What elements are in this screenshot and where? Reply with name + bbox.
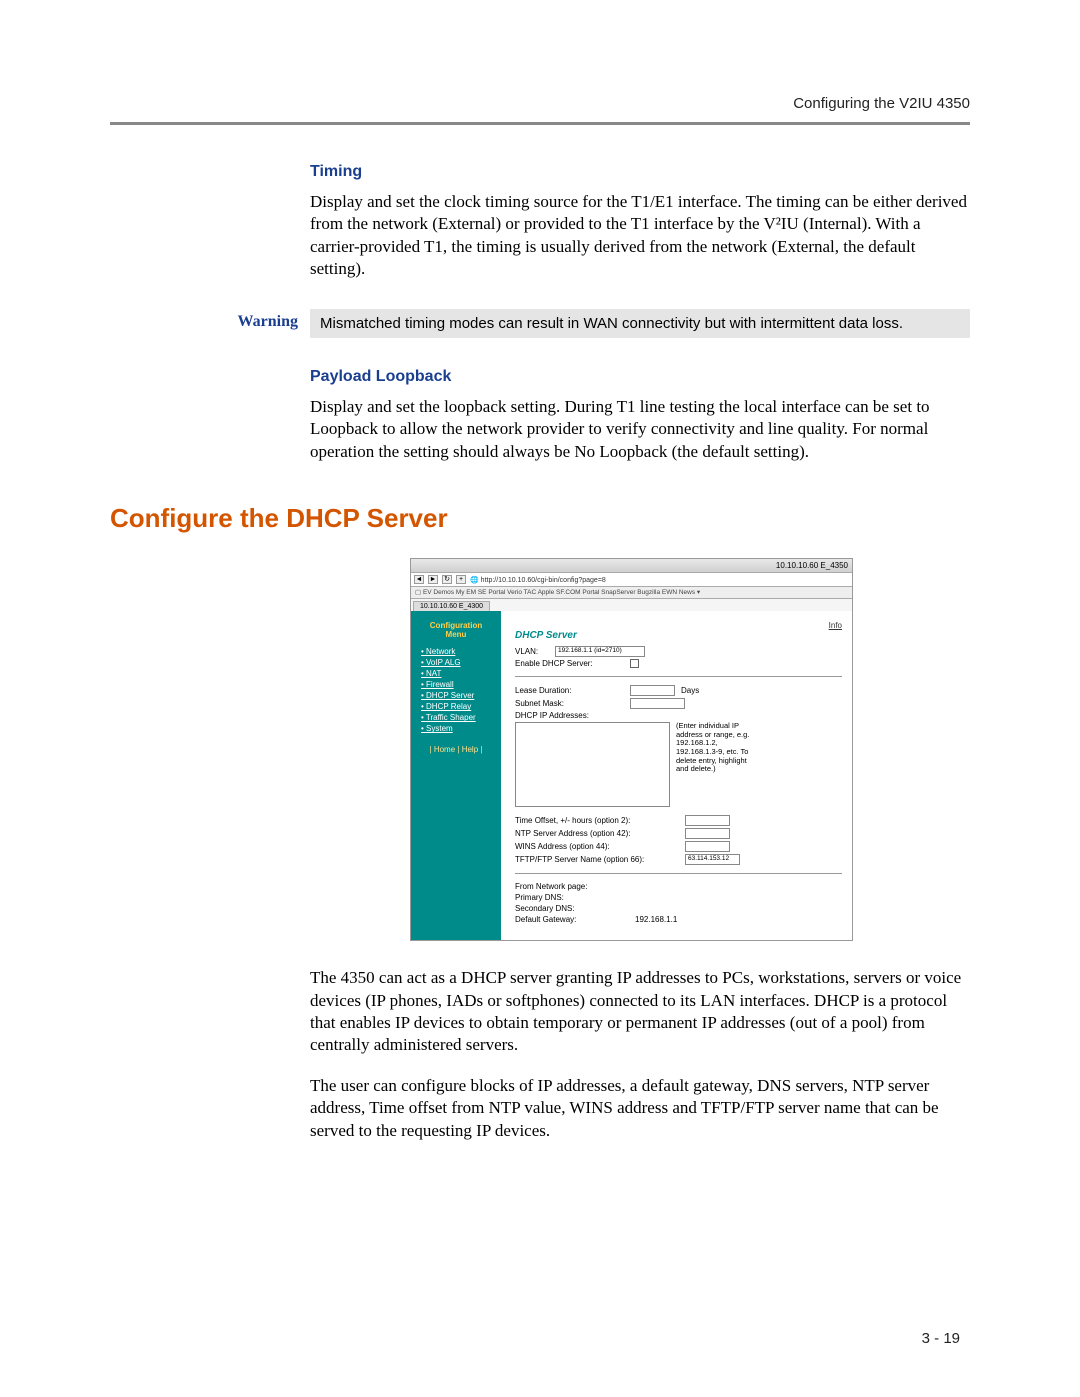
payload-heading: Payload Loopback — [310, 368, 970, 386]
ss-bookmarks-bar: ▢ EV Demos My EM SE Portal Verio TAC App… — [411, 587, 852, 599]
lease-input[interactable] — [630, 685, 675, 696]
ss-tab[interactable]: 10.10.10.60 E_4300 — [413, 601, 490, 611]
nav-firewall[interactable]: • Firewall — [421, 680, 495, 689]
nav-system[interactable]: • System — [421, 724, 495, 733]
dhcp-screenshot: 10.10.10.60 E_4350 ◄ ► ↻ + 🌐 http://10.1… — [410, 558, 970, 941]
wins-input[interactable] — [685, 841, 730, 852]
dhcp-ip-label: DHCP IP Addresses: — [515, 711, 630, 720]
url-text: 🌐 http://10.10.10.60/cgi-bin/config?page… — [470, 576, 606, 584]
nav-dhcp-relay[interactable]: • DHCP Relay — [421, 702, 495, 711]
dhcp-ip-textarea[interactable] — [515, 722, 670, 807]
timing-heading: Timing — [310, 163, 970, 181]
timing-paragraph: Display and set the clock timing source … — [310, 191, 970, 281]
dhcp-ip-hint: (Enter individual IP address or range, e… — [676, 722, 754, 807]
gateway-value: 192.168.1.1 — [635, 915, 677, 924]
vlan-label: VLAN: — [515, 647, 555, 656]
payload-paragraph: Display and set the loopback setting. Du… — [310, 396, 970, 463]
dhcp-paragraph-2: The user can configure blocks of IP addr… — [310, 1075, 970, 1142]
info-link[interactable]: Info — [515, 621, 842, 630]
tftp-input[interactable]: 63.114.153.12 — [685, 854, 740, 865]
time-offset-label: Time Offset, +/- hours (option 2): — [515, 816, 685, 825]
panel-title: DHCP Server — [515, 630, 842, 641]
nav-network[interactable]: • Network — [421, 647, 495, 656]
warning-text: Mismatched timing modes can result in WA… — [310, 309, 970, 338]
subnet-label: Subnet Mask: — [515, 699, 630, 708]
running-header: Configuring the V2IU 4350 — [110, 95, 970, 125]
ss-sidebar: Configuration Menu • Network • VoIP ALG … — [411, 611, 501, 940]
sidebar-title-1: Configuration — [430, 621, 482, 630]
add-icon[interactable]: + — [456, 575, 466, 584]
ss-window-title: 10.10.10.60 E_4350 — [776, 561, 848, 570]
page-number: 3 - 19 — [922, 1330, 960, 1347]
enable-checkbox[interactable] — [630, 659, 639, 668]
home-help-links[interactable]: | Home | Help | — [417, 745, 495, 754]
forward-icon[interactable]: ► — [428, 575, 438, 584]
lease-unit: Days — [681, 686, 699, 695]
ntp-input[interactable] — [685, 828, 730, 839]
from-network-label: From Network page: — [515, 882, 587, 891]
lease-label: Lease Duration: — [515, 686, 630, 695]
gateway-label: Default Gateway: — [515, 915, 635, 924]
warning-label: Warning — [110, 309, 310, 338]
vlan-select[interactable]: 192.168.1.1 (id=2710) — [555, 646, 645, 657]
dhcp-paragraph-1: The 4350 can act as a DHCP server granti… — [310, 967, 970, 1057]
enable-label: Enable DHCP Server: — [515, 659, 630, 668]
sidebar-title-2: Menu — [446, 630, 467, 639]
dhcp-heading: Configure the DHCP Server — [110, 503, 970, 534]
ss-address-bar: ◄ ► ↻ + 🌐 http://10.10.10.60/cgi-bin/con… — [411, 573, 852, 587]
ss-main-panel: Info DHCP Server VLAN: 192.168.1.1 (id=2… — [501, 611, 852, 940]
nav-traffic-shaper[interactable]: • Traffic Shaper — [421, 713, 495, 722]
nav-nat[interactable]: • NAT — [421, 669, 495, 678]
nav-dhcp-server[interactable]: • DHCP Server — [421, 691, 495, 700]
ntp-label: NTP Server Address (option 42): — [515, 829, 685, 838]
tftp-label: TFTP/FTP Server Name (option 66): — [515, 855, 685, 864]
secondary-dns-label: Secondary DNS: — [515, 904, 575, 913]
back-icon[interactable]: ◄ — [414, 575, 424, 584]
reload-icon[interactable]: ↻ — [442, 575, 452, 584]
time-offset-input[interactable] — [685, 815, 730, 826]
warning-block: Warning Mismatched timing modes can resu… — [110, 309, 970, 338]
nav-voip-alg[interactable]: • VoIP ALG — [421, 658, 495, 667]
subnet-input[interactable] — [630, 698, 685, 709]
wins-label: WINS Address (option 44): — [515, 842, 685, 851]
primary-dns-label: Primary DNS: — [515, 893, 564, 902]
